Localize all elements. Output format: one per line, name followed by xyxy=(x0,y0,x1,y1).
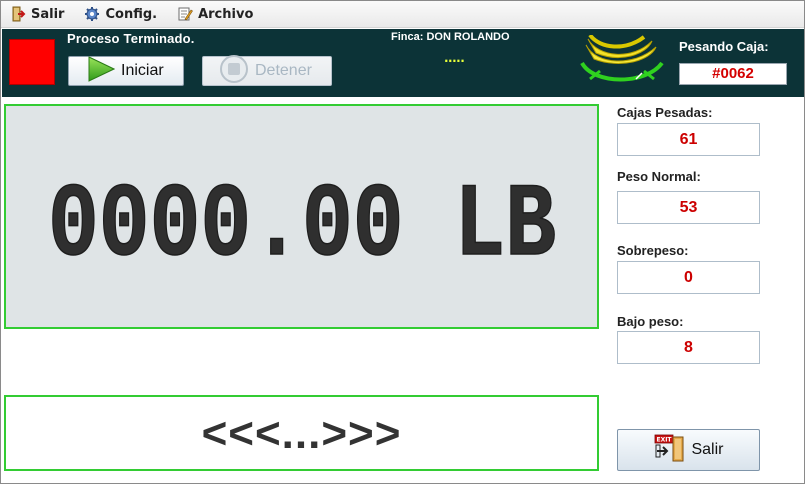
message-text: <<<...>>> xyxy=(201,409,402,458)
normal-weight-label: Peso Normal: xyxy=(617,169,701,184)
menu-config-label: Config. xyxy=(105,6,158,22)
banana-scale-logo xyxy=(580,33,666,87)
menu-salir[interactable]: Salir xyxy=(7,3,67,25)
stop-icon xyxy=(219,54,249,89)
status-indicator xyxy=(9,39,55,85)
normal-weight-value: 53 xyxy=(617,191,760,224)
document-edit-icon xyxy=(177,6,193,22)
weight-reading: 0000.00 LB xyxy=(6,106,597,327)
overweight-label: Sobrepeso: xyxy=(617,243,689,258)
start-button-label: Iniciar xyxy=(121,62,164,79)
weight-display-panel: 0000.00 LB xyxy=(4,104,599,329)
exit-button-label: Salir xyxy=(691,441,724,458)
stop-button[interactable]: Detener xyxy=(202,54,332,89)
play-icon xyxy=(87,55,116,87)
menu-archivo-label: Archivo xyxy=(198,6,254,22)
exit-door-icon: EXIT xyxy=(653,433,685,468)
process-status-text: Proceso Terminado. xyxy=(67,31,195,46)
menu-archivo[interactable]: Archivo xyxy=(174,3,256,25)
header-bar: Proceso Terminado. Iniciar Detener Finca… xyxy=(2,29,804,97)
boxes-weighed-label: Cajas Pesadas: xyxy=(617,105,713,120)
farm-label: Finca: DON ROLANDO xyxy=(391,31,510,43)
stop-button-label: Detener xyxy=(255,62,312,79)
underweight-value: 8 xyxy=(617,331,760,364)
overweight-value: 0 xyxy=(617,261,760,294)
weighing-box-label: Pesando Caja: xyxy=(679,39,769,54)
exit-icon xyxy=(10,6,26,22)
underweight-label: Bajo peso: xyxy=(617,314,684,329)
farm-status-dots: ..... xyxy=(444,51,465,65)
app-window: Salir Config. Archivo Proceso Terminado.… xyxy=(0,0,805,484)
menu-salir-label: Salir xyxy=(31,6,65,22)
menu-config[interactable]: Config. xyxy=(81,3,160,25)
exit-button[interactable]: EXIT Salir xyxy=(617,429,760,471)
svg-text:EXIT: EXIT xyxy=(657,436,673,443)
message-panel: <<<...>>> xyxy=(4,395,599,471)
weighing-box-number: #0062 xyxy=(679,63,787,85)
gear-icon xyxy=(84,6,100,22)
start-button[interactable]: Iniciar xyxy=(68,55,184,87)
menu-bar: Salir Config. Archivo xyxy=(1,1,804,28)
weight-reading-text: 0000.00 LB xyxy=(48,172,556,262)
boxes-weighed-value: 61 xyxy=(617,123,760,156)
weight-readout-svg: 0000.00 LB xyxy=(47,172,557,262)
